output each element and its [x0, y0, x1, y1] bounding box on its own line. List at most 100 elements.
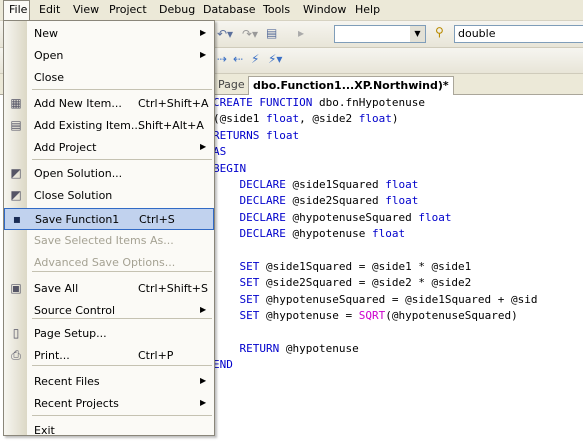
- menu-item-label: Save Selected Items As...: [34, 234, 174, 247]
- submenu-arrow-icon: ▶: [200, 398, 207, 407]
- submenu-arrow-icon: ▶: [200, 305, 207, 314]
- menu-separator: [32, 415, 212, 416]
- play-icon[interactable]: ▸: [298, 26, 304, 40]
- menu-bar: File Edit View Project Debug Database To…: [0, 0, 583, 21]
- sql-code: CREATE FUNCTION dbo.fnHypotenuse (@side1 …: [213, 95, 538, 374]
- menu-item-shortcut: Ctrl+S: [139, 213, 175, 226]
- print-icon: ⎙: [11, 348, 21, 362]
- menu-separator: [32, 318, 212, 319]
- menu-item-shortcut: Ctrl+Shift+S: [138, 282, 208, 295]
- code-line: SET @side1Squared = @side1 * @side1: [239, 259, 472, 273]
- close-solution-icon: ◩: [10, 188, 22, 202]
- menu-item-label: Add Existing Item...: [34, 119, 142, 132]
- file-menu-item-open[interactable]: Open ▶: [4, 45, 214, 67]
- outdent-icon[interactable]: ⇠: [233, 52, 243, 66]
- existing-item-icon: ▤: [10, 118, 22, 132]
- menu-separator: [32, 89, 212, 90]
- file-menu-item-add-existing-item[interactable]: ▤ Add Existing Item... Shift+Alt+A: [4, 115, 214, 137]
- open-solution-icon: ◩: [10, 166, 22, 180]
- file-menu-item-close-solution[interactable]: ◩ Close Solution: [4, 185, 214, 207]
- file-menu-item-add-new-item[interactable]: ▦ Add New Item... Ctrl+Shift+A: [4, 93, 214, 115]
- save-all-icon: ▣: [10, 281, 22, 295]
- submenu-arrow-icon: ▶: [200, 28, 207, 37]
- menu-item-shortcut: Ctrl+P: [138, 349, 174, 362]
- save-icon-toolbar[interactable]: ▤: [266, 26, 277, 40]
- file-menu-dropdown: New ▶ Open ▶ Close ▦ Add New Item... Ctrl+Shift…: [3, 20, 215, 437]
- save-icon: ▪: [12, 212, 22, 226]
- menu-window[interactable]: Window: [298, 0, 351, 20]
- menu-separator: [32, 365, 212, 366]
- solution-config-select[interactable]: ▼: [334, 25, 426, 43]
- code-line: DECLARE @hypotenuseSquared float: [239, 210, 452, 224]
- code-line: RETURNS float: [213, 128, 300, 142]
- menu-item-label: Open: [34, 49, 64, 62]
- menu-item-label: Print...: [34, 349, 70, 362]
- menu-item-label: Open Solution...: [34, 167, 123, 180]
- menu-item-label: Save All: [34, 282, 79, 295]
- undo-icon[interactable]: ↶▾: [217, 27, 233, 41]
- code-line: END: [213, 358, 233, 372]
- binoculars-icon[interactable]: ⚲: [435, 25, 444, 39]
- file-menu-item-add-project[interactable]: Add Project ▶: [4, 137, 214, 159]
- file-menu-item-page-setup[interactable]: ▯ Page Setup...: [4, 323, 214, 345]
- page-setup-icon: ▯: [12, 326, 20, 340]
- code-line: AS: [213, 145, 227, 159]
- submenu-arrow-icon: ▶: [200, 50, 207, 59]
- code-line: DECLARE @side1Squared float: [239, 177, 419, 191]
- menu-item-shortcut: Shift+Alt+A: [138, 119, 204, 132]
- menu-separator: [32, 159, 212, 160]
- tab-page[interactable]: Page: [214, 76, 249, 94]
- code-line: DECLARE @hypotenuse float: [239, 227, 406, 241]
- code-line: DECLARE @side2Squared float: [239, 194, 419, 208]
- file-menu-item-close[interactable]: Close: [4, 67, 214, 89]
- code-line: BEGIN: [213, 161, 247, 175]
- find-input-value: double: [458, 27, 496, 40]
- menu-item-label: Close: [34, 71, 64, 84]
- menu-view[interactable]: View: [68, 0, 104, 20]
- file-menu-item-open-solution[interactable]: ◩ Open Solution...: [4, 163, 214, 185]
- menu-item-label: Source Control: [34, 304, 116, 317]
- menu-item-label: Exit: [34, 424, 55, 437]
- file-menu-item-print[interactable]: ⎙ Print... Ctrl+P: [4, 345, 214, 367]
- file-menu-item-recent-files[interactable]: Recent Files ▶: [4, 371, 214, 393]
- code-line: SET @side2Squared = @side2 * @side2: [239, 276, 472, 290]
- submenu-arrow-icon: ▶: [200, 142, 207, 151]
- file-menu-item-new[interactable]: New ▶: [4, 23, 214, 45]
- menu-edit[interactable]: Edit: [34, 0, 65, 20]
- file-menu-item-exit[interactable]: Exit: [4, 420, 214, 442]
- menu-item-label: Recent Projects: [34, 397, 119, 410]
- code-line: SET @hypotenuse = SQRT(@hypotenuseSquare…: [239, 309, 518, 323]
- menu-item-label: New: [34, 27, 58, 40]
- menu-database[interactable]: Database: [198, 0, 261, 20]
- indent-icon[interactable]: ⇢: [217, 52, 227, 66]
- comment-icon[interactable]: ⚡: [251, 52, 259, 66]
- menu-item-label: Add Project: [34, 141, 97, 154]
- menu-tools[interactable]: Tools: [258, 0, 295, 20]
- file-menu-item-recent-projects[interactable]: Recent Projects ▶: [4, 393, 214, 415]
- file-menu-item-save-selected-items-as: Save Selected Items As...: [4, 230, 214, 252]
- menu-item-label: Save Function1: [35, 213, 120, 226]
- menu-project[interactable]: Project: [104, 0, 152, 20]
- tab-function1[interactable]: dbo.Function1...XP.Northwind)*: [248, 76, 454, 95]
- code-line: (@side1 float, @side2 float): [213, 112, 399, 126]
- find-input[interactable]: double: [454, 25, 583, 43]
- menu-item-label: Add New Item...: [34, 97, 122, 110]
- uncomment-icon[interactable]: ⚡▾: [268, 52, 282, 66]
- menu-item-shortcut: Ctrl+Shift+A: [138, 97, 209, 110]
- redo-icon[interactable]: ↷▾: [242, 27, 258, 41]
- file-menu-item-save-all[interactable]: ▣ Save All Ctrl+Shift+S: [4, 278, 214, 300]
- menu-item-label: Recent Files: [34, 375, 100, 388]
- chevron-down-icon[interactable]: ▼: [410, 26, 425, 42]
- code-line: CREATE FUNCTION dbo.fnHypotenuse: [213, 96, 425, 109]
- menu-debug[interactable]: Debug: [154, 0, 200, 20]
- submenu-arrow-icon: ▶: [200, 376, 207, 385]
- menu-help[interactable]: Help: [350, 0, 385, 20]
- new-item-icon: ▦: [10, 96, 22, 110]
- menu-item-label: Advanced Save Options...: [34, 256, 176, 269]
- code-line: SET @hypotenuseSquared = @side1Squared +…: [239, 292, 538, 306]
- menu-file[interactable]: File: [3, 0, 30, 20]
- menu-separator: [32, 271, 212, 272]
- file-menu-item-save-function1[interactable]: ▪ Save Function1 Ctrl+S: [4, 208, 214, 230]
- menu-item-label: Page Setup...: [34, 327, 107, 340]
